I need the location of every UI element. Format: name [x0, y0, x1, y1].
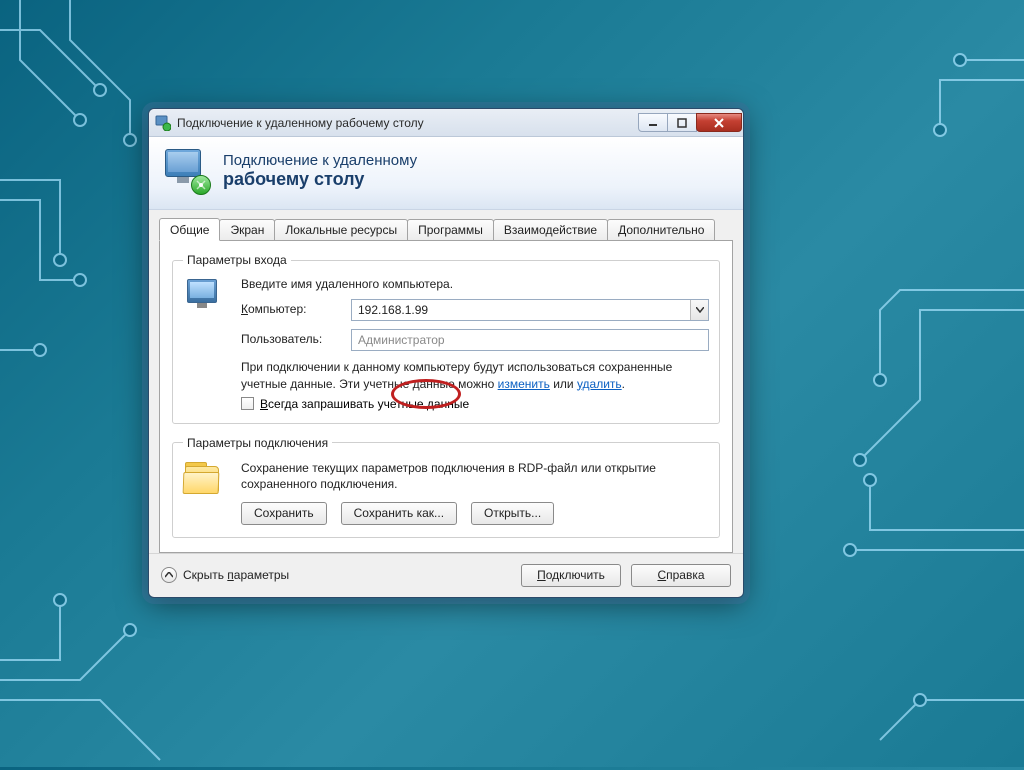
computer-combo[interactable]: 192.168.1.99: [351, 299, 709, 321]
save-as-button[interactable]: Сохранить как...: [341, 502, 457, 525]
banner: Подключение к удаленному рабочему столу: [149, 137, 743, 210]
connection-group: Параметры подключения Сохранение текущих…: [172, 436, 720, 538]
tab-programs[interactable]: Программы: [407, 219, 494, 241]
login-legend: Параметры входа: [183, 253, 291, 267]
window-title: Подключение к удаленному рабочему столу: [177, 116, 639, 130]
titlebar[interactable]: Подключение к удаленному рабочему столу: [149, 109, 743, 137]
computer-label: Компьютер:: [241, 299, 341, 316]
chevron-up-icon: [161, 567, 177, 583]
tab-display[interactable]: Экран: [219, 219, 275, 241]
always-ask-label: Всегда запрашивать учетные данные: [260, 397, 469, 411]
help-button[interactable]: Справка: [631, 564, 731, 587]
credentials-info: При подключении к данному компьютеру буд…: [241, 359, 709, 393]
tab-general[interactable]: Общие: [159, 218, 220, 241]
delete-link[interactable]: удалить: [577, 377, 622, 391]
open-button[interactable]: Открыть...: [471, 502, 554, 525]
folder-icon: [183, 460, 223, 498]
change-link[interactable]: изменить: [498, 377, 550, 391]
tabs: Общие Экран Локальные ресурсы Программы …: [159, 218, 733, 241]
minimize-button[interactable]: [638, 113, 668, 132]
hide-params-toggle[interactable]: Скрыть параметры: [161, 567, 289, 583]
banner-line2: рабочему столу: [223, 169, 417, 190]
user-label: Пользователь:: [241, 329, 341, 346]
maximize-button[interactable]: [667, 113, 697, 132]
user-field[interactable]: Администратор: [351, 329, 709, 351]
computer-icon: [183, 277, 223, 317]
rdp-small-icon: [155, 115, 171, 131]
always-ask-checkbox[interactable]: [241, 397, 254, 410]
window-controls: [639, 113, 742, 132]
user-value: Администратор: [358, 333, 445, 347]
login-prompt: Введите имя удаленного компьютера.: [241, 277, 709, 291]
connection-text: Сохранение текущих параметров подключени…: [241, 460, 709, 492]
computer-value: 192.168.1.99: [352, 303, 690, 317]
login-group: Параметры входа Введите имя удаленного к…: [172, 253, 720, 424]
tab-advanced[interactable]: Дополнительно: [607, 219, 715, 241]
connection-legend: Параметры подключения: [183, 436, 332, 450]
save-button[interactable]: Сохранить: [241, 502, 327, 525]
chevron-down-icon[interactable]: [690, 300, 708, 320]
tab-experience[interactable]: Взаимодействие: [493, 219, 608, 241]
rdp-icon: [163, 147, 211, 195]
footer: Скрыть параметры Подключить Справка: [149, 553, 743, 597]
tab-panel-general: Параметры входа Введите имя удаленного к…: [159, 240, 733, 553]
rdp-window: Подключение к удаленному рабочему столу …: [148, 108, 744, 598]
close-button[interactable]: [696, 113, 742, 132]
tab-local-resources[interactable]: Локальные ресурсы: [274, 219, 408, 241]
connect-button[interactable]: Подключить: [521, 564, 621, 587]
banner-line1: Подключение к удаленному: [223, 152, 417, 169]
